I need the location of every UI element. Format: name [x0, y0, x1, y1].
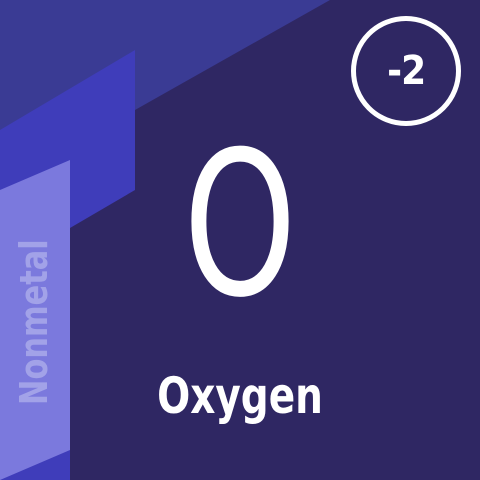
element-tile: -2 O Oxygen Nonmetal	[0, 0, 480, 480]
element-symbol: O	[183, 109, 297, 342]
element-category: Nonmetal	[12, 239, 56, 405]
element-name: Oxygen	[157, 367, 323, 425]
oxidation-state-value: -2	[386, 48, 426, 94]
oxidation-state-badge: -2	[351, 16, 461, 126]
